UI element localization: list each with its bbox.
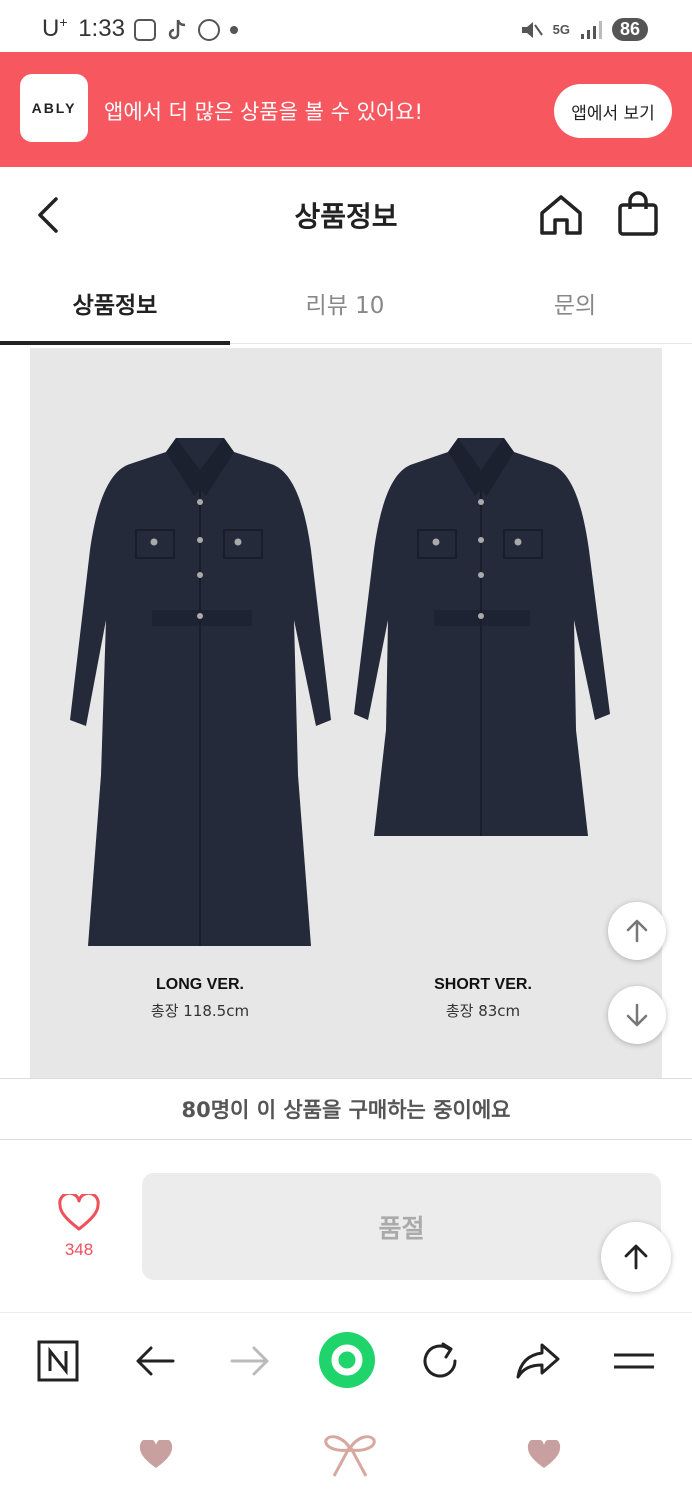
notification-icons: [134, 18, 238, 42]
open-in-app-button[interactable]: 앱에서 보기: [554, 84, 672, 138]
system-nav-bar: [0, 1408, 692, 1500]
scroll-to-top-button[interactable]: [601, 1222, 671, 1292]
shopping-bag-icon[interactable]: [616, 191, 660, 237]
more-notifications-dot: [230, 26, 238, 34]
refresh-button[interactable]: [414, 1335, 466, 1387]
browser-forward-button[interactable]: [224, 1335, 276, 1387]
gallery-notification-icon: [134, 19, 156, 41]
browser-menu-button[interactable]: [608, 1335, 660, 1387]
network-type: 5G: [552, 22, 570, 37]
system-status-icons: 5G 86: [519, 18, 648, 41]
arrow-up-icon: [626, 919, 648, 943]
arrow-up-icon: [624, 1244, 648, 1270]
page-header: 상품정보: [0, 167, 692, 262]
naver-icon: [37, 1340, 79, 1382]
carrier-plus: +: [59, 14, 68, 30]
heart-outline-icon: [58, 1191, 100, 1231]
ribbon-icon: [324, 1435, 376, 1477]
refresh-icon: [423, 1342, 457, 1378]
carrier-label: U: [42, 15, 60, 42]
nav-right-button[interactable]: [518, 1432, 570, 1478]
variant-length: 총장 83cm: [445, 1002, 521, 1020]
short-dress-image: [354, 438, 610, 836]
tiktok-icon: [168, 19, 186, 40]
browser-back-button[interactable]: [129, 1335, 181, 1387]
sold-out-button[interactable]: 품절: [142, 1173, 661, 1280]
status-bar: U+ 1:33 5G 86: [0, 0, 692, 52]
variant-length: 총장 118.5cm: [150, 1002, 250, 1020]
heart-icon: [139, 1440, 173, 1468]
back-arrow-icon: [136, 1346, 175, 1376]
tab-product-info[interactable]: 상품정보: [0, 262, 230, 345]
menu-icon: [614, 1353, 654, 1369]
signal-icon: [580, 20, 602, 39]
banner-message: 앱에서 더 많은 상품을 볼 수 있어요!: [104, 100, 423, 124]
variant-name: LONG VER.: [155, 976, 244, 993]
share-button[interactable]: [512, 1335, 564, 1387]
cu-app-icon: [198, 19, 220, 41]
short-version-label: SHORT VER. 총장 83cm: [383, 976, 583, 1021]
forward-arrow-icon: [230, 1346, 269, 1376]
nav-left-button[interactable]: [130, 1432, 182, 1478]
long-version-label: LONG VER. 총장 118.5cm: [100, 976, 300, 1021]
mute-icon: [521, 21, 543, 38]
product-image: LONG VER. 총장 118.5cm SHORT VER. 총장 83cm: [30, 348, 662, 1078]
browser-toolbar: [0, 1312, 692, 1408]
home-icon[interactable]: [538, 193, 584, 237]
scroll-up-button[interactable]: [608, 902, 666, 960]
scroll-down-button[interactable]: [608, 986, 666, 1044]
purchase-action-bar: 348 품절: [0, 1140, 692, 1312]
like-button[interactable]: 348: [54, 1191, 104, 1260]
share-icon: [516, 1343, 560, 1379]
nav-home-button[interactable]: [322, 1432, 378, 1478]
app-download-banner: ABLY 앱에서 더 많은 상품을 볼 수 있어요! 앱에서 보기: [0, 52, 692, 167]
tab-reviews[interactable]: 리뷰 10: [230, 262, 460, 344]
like-count: 348: [64, 1240, 94, 1259]
variant-name: SHORT VER.: [434, 976, 532, 993]
naver-home-button[interactable]: [32, 1335, 84, 1387]
green-dot-button[interactable]: [318, 1331, 376, 1389]
tab-inquiry[interactable]: 문의: [460, 262, 690, 344]
status-time: U+ 1:33: [42, 14, 125, 43]
long-dress-image: [70, 438, 331, 946]
buyers-notice: 80명이 이 상품을 구매하는 중이에요: [0, 1078, 692, 1140]
page-title: 상품정보: [294, 200, 398, 233]
arrow-down-icon: [626, 1003, 648, 1027]
ably-logo: ABLY: [20, 74, 88, 142]
heart-icon: [527, 1440, 561, 1468]
green-dot-icon: [319, 1332, 375, 1388]
battery-level: 86: [611, 18, 648, 41]
clock: 1:33: [78, 15, 125, 42]
product-tabs: 상품정보 리뷰 10 문의: [0, 262, 692, 345]
